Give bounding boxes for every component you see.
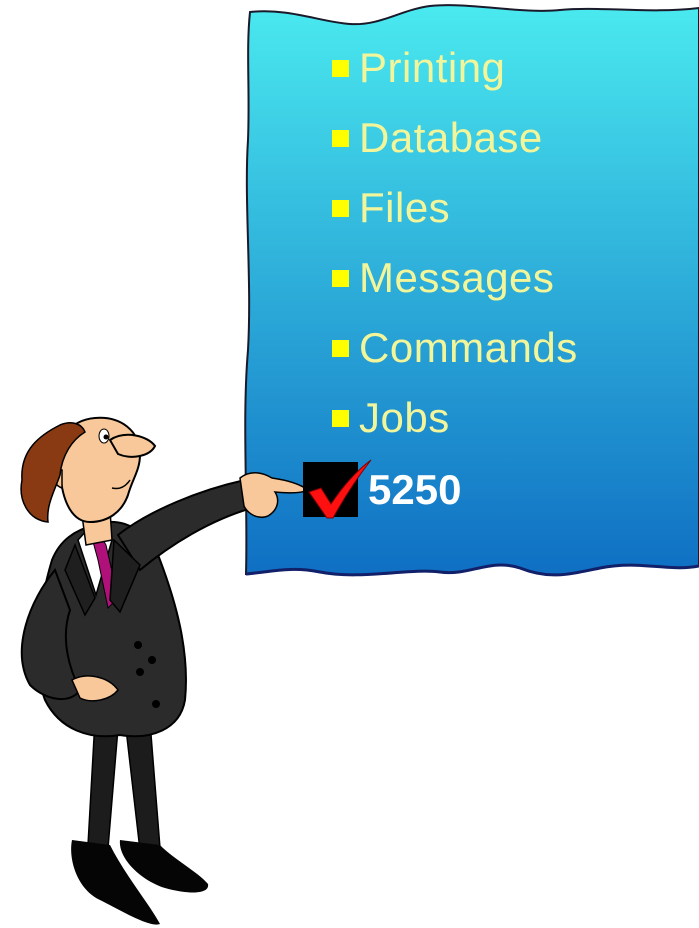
board-item-commands: Commands [332, 327, 578, 369]
board-item-database: Database [332, 117, 543, 159]
board-item-jobs: Jobs [332, 397, 450, 439]
board-item-label: Commands [359, 324, 578, 371]
board-item-messages: Messages [332, 257, 554, 299]
bullet-square-icon [332, 59, 349, 77]
board-item-printing: Printing [332, 47, 505, 89]
board-item-5250-checked: 5250 [303, 459, 462, 519]
checked-item-label: 5250 [368, 465, 462, 513]
board-item-label: Printing [359, 44, 506, 91]
checkmark-icon [303, 459, 372, 519]
bullet-square-icon [332, 199, 349, 217]
board-item-label: Messages [359, 254, 555, 301]
bullet-square-icon [332, 129, 349, 147]
presenter-man-icon [20, 416, 310, 925]
bullet-square-icon [332, 269, 349, 287]
board-item-label: Jobs [359, 394, 450, 441]
board-item-label: Files [359, 184, 451, 231]
bullet-square-icon [332, 409, 349, 427]
board-item-label: Database [359, 114, 543, 161]
bullet-square-icon [332, 339, 349, 357]
board-item-files: Files [332, 187, 450, 229]
